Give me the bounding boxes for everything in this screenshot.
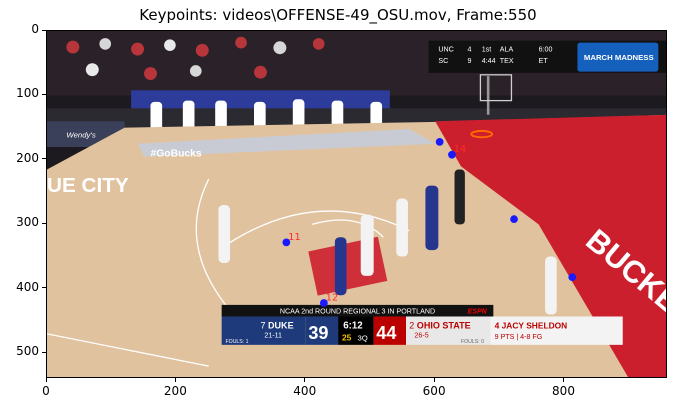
figure: Keypoints: videos\OFFENSE-49_OSU.mov, Fr… [0, 0, 676, 412]
y-tick-label: 200 [16, 150, 39, 165]
svg-text:7 DUKE: 7 DUKE [260, 321, 293, 331]
keypoint-marker [568, 273, 577, 282]
y-tick-label: 400 [16, 279, 39, 294]
svg-text:ALA: ALA [500, 46, 514, 54]
svg-text:TEX: TEX [500, 57, 514, 65]
keypoint-marker [510, 215, 518, 224]
x-tick-mark [563, 378, 564, 382]
y-tick-mark [42, 93, 46, 95]
keypoint-label: 12 [326, 292, 338, 303]
y-tick-label: 500 [16, 344, 39, 359]
x-tick-mark [45, 378, 47, 382]
video-frame: BUCKEYES UE CITY #GoBucks Wendy's UNC 4 … [47, 31, 666, 377]
banner-lettering: #GoBucks [151, 149, 202, 160]
svg-text:4 JACY SHELDON: 4 JACY SHELDON [495, 321, 568, 331]
y-tick-mark [42, 351, 46, 353]
svg-text:ESPN: ESPN [467, 307, 487, 315]
x-tick-label: 800 [552, 384, 575, 398]
arena-lettering: UE CITY [47, 174, 129, 197]
svg-text:2 OHIO STATE: 2 OHIO STATE [409, 321, 470, 331]
x-tick-mark [304, 378, 306, 382]
x-tick-mark [174, 378, 176, 382]
svg-text:ET: ET [539, 57, 549, 65]
svg-text:6:00: 6:00 [539, 46, 553, 54]
y-tick-mark [42, 287, 46, 289]
svg-text:39: 39 [308, 323, 328, 343]
y-tick-mark [42, 158, 46, 160]
keypoint-marker [435, 137, 444, 146]
svg-text:FOULS: 0: FOULS: 0 [461, 339, 484, 345]
svg-text:3Q: 3Q [358, 333, 368, 342]
x-tick-label: 400 [293, 384, 317, 398]
svg-text:9: 9 [467, 57, 471, 65]
svg-text:UNC: UNC [438, 46, 453, 54]
march-madness-logo: MARCH MADNESS [584, 53, 654, 62]
y-tick-label: 100 [16, 86, 39, 101]
y-tick-mark [42, 29, 46, 31]
svg-text:SC: SC [438, 57, 448, 65]
svg-text:4: 4 [467, 46, 471, 54]
svg-text:6:12: 6:12 [343, 321, 362, 332]
x-tick-label: 600 [422, 384, 446, 398]
x-tick-label: 200 [163, 384, 187, 398]
svg-text:FOULS: 1: FOULS: 1 [226, 339, 249, 345]
keypoint-label: 14 [454, 144, 466, 155]
svg-text:25: 25 [342, 332, 352, 342]
y-tick-mark [42, 222, 46, 224]
svg-text:1st: 1st [482, 46, 492, 54]
keypoint-label: 11 [288, 232, 300, 243]
svg-text:44: 44 [376, 323, 396, 343]
y-tick-label: 300 [16, 215, 39, 230]
svg-text:NCAA 2nd ROUND REGIONAL 3 IN: NCAA 2nd ROUND REGIONAL 3 IN PORTLAND [280, 307, 435, 315]
x-tick-mark [433, 378, 435, 382]
svg-text:26-5: 26-5 [414, 332, 428, 340]
svg-text:9 PTS | 4-8 FG: 9 PTS | 4-8 FG [495, 333, 543, 341]
plot-title: Keypoints: videos\OFFENSE-49_OSU.mov, Fr… [139, 6, 537, 24]
image-axes: BUCKEYES UE CITY #GoBucks Wendy's UNC 4 … [46, 30, 667, 378]
svg-text:21-11: 21-11 [264, 332, 282, 340]
sponsor-lettering: Wendy's [66, 130, 95, 139]
x-tick-label: 0 [42, 384, 50, 398]
svg-text:4:44: 4:44 [482, 57, 496, 65]
y-tick-label: 0 [31, 22, 39, 36]
